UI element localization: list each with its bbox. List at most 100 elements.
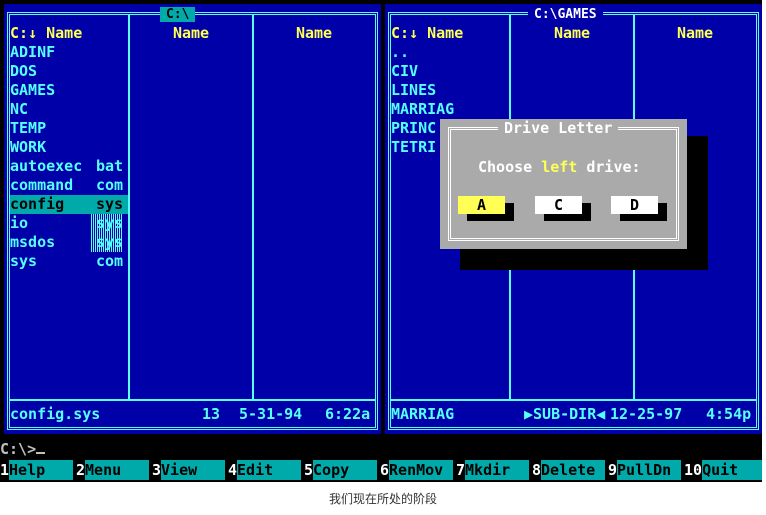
status-time: 6:22a — [325, 405, 371, 423]
file-name: sys — [10, 252, 38, 270]
file-entry[interactable]: LINES — [391, 81, 509, 100]
file-entry[interactable]: MARRIAG — [391, 100, 509, 119]
file-name: ADINF — [10, 43, 56, 61]
file-entry[interactable]: sys com — [10, 252, 128, 271]
status-divider — [391, 399, 756, 401]
file-entry[interactable]: config sys — [10, 195, 128, 214]
file-entry[interactable]: NC — [10, 100, 128, 119]
function-key-delete[interactable]: 8Delete — [532, 460, 606, 480]
file-name: MARRIAG — [391, 100, 455, 118]
file-entry[interactable]: autoexec bat — [10, 157, 128, 176]
status-filename: config.sys — [10, 405, 101, 423]
function-key-label: Delete — [541, 460, 606, 480]
function-key-number: 4 — [228, 461, 238, 479]
right-panel-path: C:\GAMES — [528, 7, 603, 22]
function-key-label: Copy — [313, 460, 378, 480]
function-key-renmov[interactable]: 6RenMov — [380, 460, 454, 480]
dialog-prompt: Choose left drive: — [478, 157, 641, 177]
function-key-label: RenMov — [389, 460, 454, 480]
status-date: 12-25-97 — [610, 405, 683, 423]
file-name: command — [10, 176, 74, 194]
prompt-highlight: left — [541, 158, 578, 176]
function-key-number: 3 — [152, 461, 162, 479]
file-name: DOS — [10, 62, 38, 80]
function-key-number: 7 — [456, 461, 466, 479]
file-name: autoexec — [10, 157, 83, 175]
file-entry[interactable]: TEMP — [10, 119, 128, 138]
file-name: TEMP — [10, 119, 47, 137]
function-key-number: 5 — [304, 461, 314, 479]
file-name: msdos — [10, 233, 56, 251]
image-caption: 我们现在所处的阶段 — [328, 492, 437, 506]
file-entry[interactable]: GAMES — [10, 81, 128, 100]
column-header: C:↓ Name — [391, 24, 464, 42]
function-key-pulldn[interactable]: 9PullDn — [608, 460, 682, 480]
file-name: WORK — [10, 138, 47, 156]
file-name: TETRI — [391, 138, 437, 156]
drive-c-button[interactable]: C — [535, 196, 582, 214]
function-key-number: 9 — [608, 461, 618, 479]
file-name: LINES — [391, 81, 437, 99]
status-divider — [10, 399, 375, 401]
function-key-view[interactable]: 3View — [152, 460, 226, 480]
function-key-number: 1 — [0, 461, 10, 479]
drive-a-wrap: A — [458, 196, 516, 222]
function-key-label: Quit — [702, 460, 762, 480]
dialog-title: Drive Letter — [498, 119, 619, 137]
prompt-text: Choose — [478, 158, 542, 176]
column-divider — [252, 15, 254, 399]
command-line[interactable]: C:\> — [0, 440, 762, 458]
file-extension: bat — [96, 157, 124, 175]
status-time: 4:54p — [706, 405, 752, 423]
file-extension: com — [96, 176, 124, 194]
function-key-number: 8 — [532, 461, 542, 479]
file-entry[interactable]: ADINF — [10, 43, 128, 62]
function-key-number: 10 — [684, 461, 703, 479]
file-entry[interactable]: CIV — [391, 62, 509, 81]
left-panel-path: C:\ — [160, 7, 196, 22]
column-header: Name — [172, 24, 210, 42]
file-entry[interactable]: DOS — [10, 62, 128, 81]
drive-a-button[interactable]: A — [458, 196, 505, 214]
file-name: GAMES — [10, 81, 56, 99]
status-size: ▶SUB-DIR◀ — [524, 405, 606, 423]
column-header: Name — [295, 24, 333, 42]
command-prompt: C:\> — [0, 440, 37, 458]
status-date: 5-31-94 — [239, 405, 303, 423]
function-key-bar: 1Help 2Menu 3View 4Edit 5Copy 6RenMov 7Mkdir 8D… — [0, 460, 762, 480]
file-name: config — [10, 195, 65, 213]
drive-c-wrap: C — [535, 196, 593, 222]
drive-letter-dialog: Drive Letter Choose left drive: A C D — [440, 119, 687, 249]
column-header: Name — [553, 24, 591, 42]
function-key-label: Help — [9, 460, 74, 480]
file-extension: sys — [91, 214, 124, 233]
function-key-label: Edit — [237, 460, 302, 480]
function-key-mkdir[interactable]: 7Mkdir — [456, 460, 530, 480]
file-name: NC — [10, 100, 29, 118]
function-key-quit[interactable]: 10Quit — [684, 460, 762, 480]
column-divider — [128, 15, 130, 399]
function-key-copy[interactable]: 5Copy — [304, 460, 378, 480]
file-entry[interactable]: io sys — [10, 214, 128, 233]
file-entry[interactable]: msdos sys — [10, 233, 128, 252]
function-key-help[interactable]: 1Help — [0, 460, 74, 480]
function-key-label: Menu — [85, 460, 150, 480]
norton-commander-screen: C:\ C:↓ Name Name Name ADINF DOS GAMES NC TE… — [0, 0, 762, 482]
function-key-edit[interactable]: 4Edit — [228, 460, 302, 480]
function-key-number: 6 — [380, 461, 390, 479]
file-extension: sys — [91, 233, 124, 252]
drive-d-wrap: D — [611, 196, 669, 222]
function-key-menu[interactable]: 2Menu — [76, 460, 150, 480]
column-header: Name — [676, 24, 714, 42]
file-name: io — [10, 214, 29, 232]
file-entry[interactable]: WORK — [10, 138, 128, 157]
file-name: PRINC — [391, 119, 437, 137]
left-panel[interactable]: C:\ C:↓ Name Name Name ADINF DOS GAMES NC TE… — [4, 4, 381, 434]
file-entry[interactable]: .. — [391, 43, 509, 62]
status-filename: MARRIAG — [391, 405, 455, 423]
file-entry[interactable]: command com — [10, 176, 128, 195]
dialog-frame — [448, 127, 679, 241]
drive-d-button[interactable]: D — [611, 196, 658, 214]
function-key-label: View — [161, 460, 226, 480]
function-key-number: 2 — [76, 461, 86, 479]
